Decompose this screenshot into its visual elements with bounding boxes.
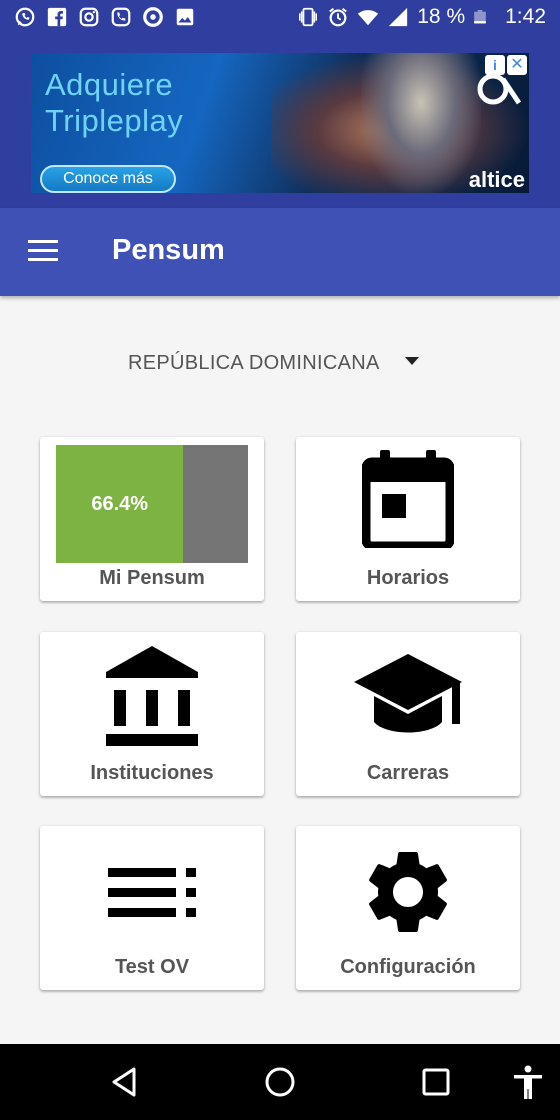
accessibility-icon[interactable] [510,1064,546,1100]
tile-horarios[interactable]: Horarios [296,437,520,601]
ad-brand: altice [468,167,525,192]
tile-label: Horarios [366,567,450,589]
graduation-cap-icon [354,654,462,733]
country-selector-value: REPÚBLICA DOMINICANA [128,352,380,374]
back-icon[interactable] [106,1064,142,1100]
ad-cta-button[interactable]: Conoce más [40,165,176,193]
tile-label: Carreras [366,762,450,784]
tile-test-ov[interactable]: Test OV [40,826,264,990]
gear-icon [369,852,447,932]
progress-bar: 66.4% [56,445,248,563]
country-selector[interactable]: REPÚBLICA DOMINICANA [128,352,419,382]
close-icon[interactable]: ✕ [507,55,527,75]
ad-headline-line2: Tripleplay [45,103,184,138]
viber-icon [111,7,131,27]
tile-label: Configuración [340,956,476,978]
home-icon[interactable] [262,1064,298,1100]
recents-icon[interactable] [418,1064,454,1100]
vibrate-icon [299,7,318,27]
ad-photo-highlight [361,53,481,193]
ad-headline-line1: Adquiere [45,67,174,102]
signal-icon [389,7,408,27]
tile-label: Instituciones [90,762,214,784]
alarm-icon [329,7,348,27]
tile-configuracion[interactable]: Configuración [296,826,520,990]
institution-icon [106,646,198,746]
navigation-bar [0,1044,560,1120]
clock: 1:42 [505,5,546,28]
calendar-icon [362,450,454,548]
battery-percentage: 18 % [417,5,466,28]
app-bar: Pensum [0,208,560,296]
page-title: Pensum [112,234,225,266]
record-icon [143,7,163,27]
tile-label: Test OV [114,956,190,978]
tile-label: Mi Pensum [99,567,205,589]
whatsapp-icon [15,7,35,27]
tile-mi-pensum[interactable]: 66.4% Mi Pensum [40,437,264,601]
tile-instituciones[interactable]: Instituciones [40,632,264,796]
ad-area: Adquiere Tripleplay Conoce más i ✕ altic… [0,38,560,208]
tile-carreras[interactable]: Carreras [296,632,520,796]
facebook-icon [47,7,67,27]
dropdown-arrow-icon [405,357,419,365]
notification-icons [14,6,196,28]
instagram-icon [79,7,99,27]
progress-label: 66.4% [91,492,149,515]
battery-icon [474,10,486,24]
list-icon [108,868,196,917]
ad-headline: Adquiere Tripleplay [45,67,183,139]
gallery-icon [176,8,194,26]
ad-banner[interactable]: Adquiere Tripleplay Conoce más i ✕ altic… [31,53,529,193]
system-status: 18 % 1:42 [297,5,546,29]
status-bar: 18 % 1:42 [0,0,560,38]
hamburger-menu-icon[interactable] [28,240,58,262]
info-icon[interactable]: i [485,55,505,75]
wifi-icon [358,10,379,26]
